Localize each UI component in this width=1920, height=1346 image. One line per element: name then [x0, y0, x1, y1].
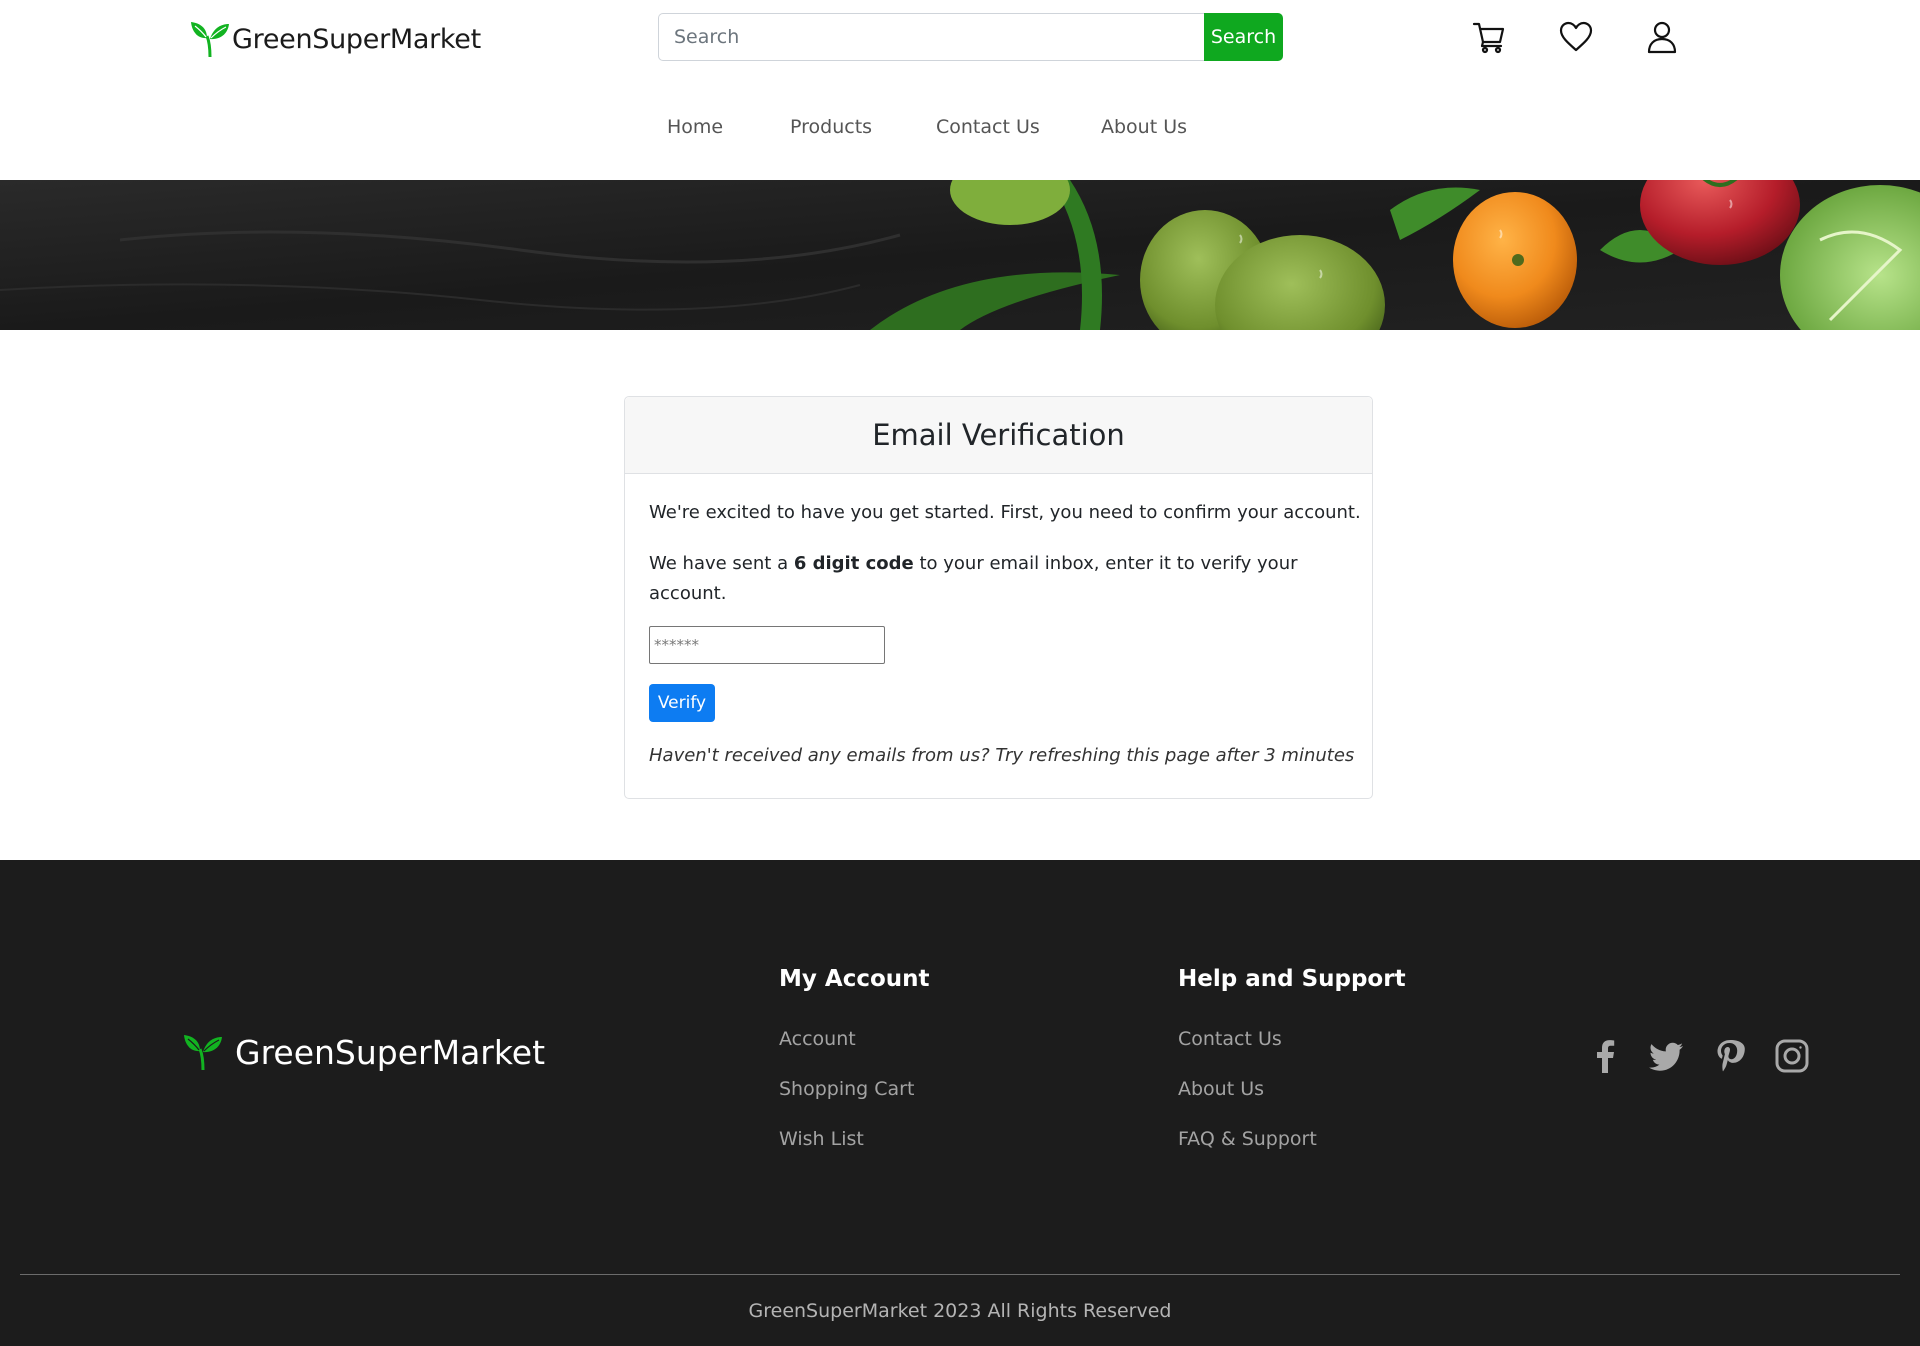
code-sent-text: We have sent a 6 digit code to your emai… — [649, 549, 1329, 609]
pinterest-icon[interactable] — [1712, 1038, 1748, 1074]
search-button[interactable]: Search — [1204, 13, 1283, 61]
intro-text: We're excited to have you get started. F… — [649, 502, 1361, 523]
help-support-heading: Help and Support — [1178, 966, 1406, 992]
email-verification-card: Email Verification We're excited to have… — [624, 396, 1373, 799]
resend-note: Haven't received any emails from us? Try… — [649, 745, 1355, 766]
footer-link-wish-list[interactable]: Wish List — [779, 1128, 864, 1150]
main-nav: Home Products Contact Us About Us — [0, 116, 1920, 144]
twitter-icon[interactable] — [1649, 1038, 1685, 1074]
leaf-logo-icon — [191, 22, 229, 58]
footer-link-account[interactable]: Account — [779, 1028, 856, 1050]
site-footer: GreenSuperMarket My Account Account Shop… — [0, 860, 1920, 1346]
footer-divider — [20, 1274, 1900, 1275]
code-sent-prefix: We have sent a — [649, 553, 794, 574]
footer-logo-text: GreenSuperMarket — [235, 1032, 546, 1072]
header-logo-text: GreenSuperMarket — [232, 23, 481, 55]
footer-link-about-us[interactable]: About Us — [1178, 1078, 1264, 1100]
footer-logo[interactable]: GreenSuperMarket — [183, 1030, 545, 1074]
leaf-logo-icon — [184, 1035, 222, 1071]
nav-home[interactable]: Home — [667, 116, 723, 138]
code-sent-bold: 6 digit code — [793, 553, 914, 574]
site-header: GreenSuperMarket Search Home Products Co… — [0, 0, 1920, 180]
footer-link-shopping-cart[interactable]: Shopping Cart — [779, 1078, 914, 1100]
facebook-icon[interactable] — [1588, 1038, 1624, 1074]
nav-products[interactable]: Products — [790, 116, 872, 138]
instagram-icon[interactable] — [1774, 1038, 1810, 1074]
verification-code-input[interactable] — [649, 626, 885, 664]
cart-icon[interactable] — [1472, 20, 1506, 54]
nav-contact-us[interactable]: Contact Us — [936, 116, 1040, 138]
my-account-heading: My Account — [779, 966, 930, 992]
copyright-text: GreenSuperMarket 2023 All Rights Reserve… — [748, 1300, 1172, 1322]
vegetables-banner-image — [0, 180, 1920, 330]
header-logo[interactable]: GreenSuperMarket — [190, 18, 481, 60]
search-bar: Search — [658, 13, 1283, 61]
verify-button[interactable]: Verify — [649, 684, 715, 722]
footer-link-faq-support[interactable]: FAQ & Support — [1178, 1128, 1317, 1150]
search-input[interactable] — [658, 13, 1204, 61]
heart-icon[interactable] — [1559, 20, 1593, 54]
card-header: Email Verification — [625, 397, 1372, 474]
user-icon[interactable] — [1645, 20, 1679, 54]
card-title: Email Verification — [872, 418, 1125, 452]
nav-about-us[interactable]: About Us — [1101, 116, 1187, 138]
footer-link-contact-us[interactable]: Contact Us — [1178, 1028, 1282, 1050]
